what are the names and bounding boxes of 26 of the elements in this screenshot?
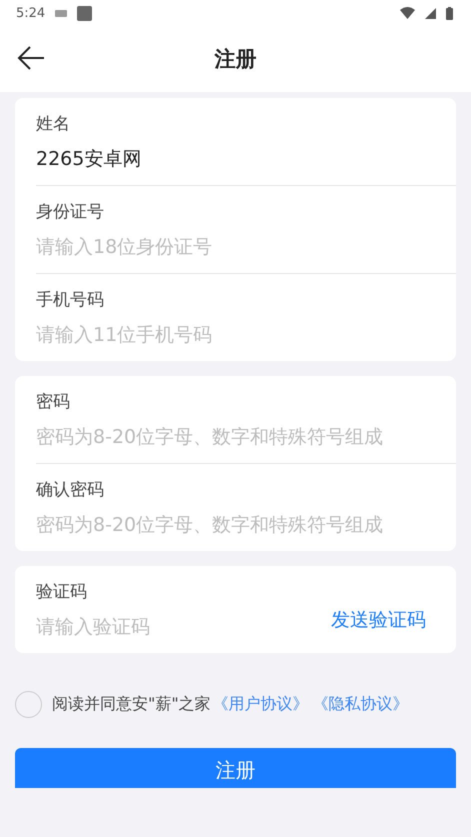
field-label: 身份证号 [36, 201, 105, 223]
input-field[interactable]: 密码为8-20位字母、数字和特殊符号组成 [36, 423, 456, 451]
field-label: 姓名 [36, 113, 71, 135]
keyboard-icon [55, 10, 68, 16]
input-field[interactable]: 请输入18位身份证号 [36, 233, 456, 261]
input-field[interactable]: 请输入11位手机号码 [36, 321, 456, 349]
signal-icon [425, 8, 436, 18]
agreement-text: 阅读并同意安"薪"之家 [52, 694, 211, 715]
agree-checkbox[interactable] [15, 691, 42, 718]
send-code-button[interactable]: 发送验证码 [331, 607, 456, 641]
input-field[interactable]: 请输入验证码 [36, 613, 331, 641]
page-title: 注册 [214, 46, 256, 73]
agreement-link[interactable]: 《用户协议》 [212, 694, 309, 715]
wifi-icon [400, 7, 415, 19]
back-arrow-icon [17, 46, 45, 70]
field-label: 验证码 [36, 581, 88, 603]
input-field[interactable]: 2265安卓网 [36, 145, 456, 173]
app-icon [77, 6, 92, 20]
input-field[interactable]: 密码为8-20位字母、数字和特殊符号组成 [36, 511, 456, 539]
battery-icon [446, 6, 453, 20]
field-label: 密码 [36, 391, 71, 413]
agreement-link[interactable]: 《隐私协议》 [312, 694, 409, 715]
status-time: 5:24 [16, 6, 46, 20]
register-button[interactable]: 注册 [15, 748, 456, 788]
field-label: 手机号码 [36, 289, 105, 311]
field-label: 确认密码 [36, 479, 105, 501]
